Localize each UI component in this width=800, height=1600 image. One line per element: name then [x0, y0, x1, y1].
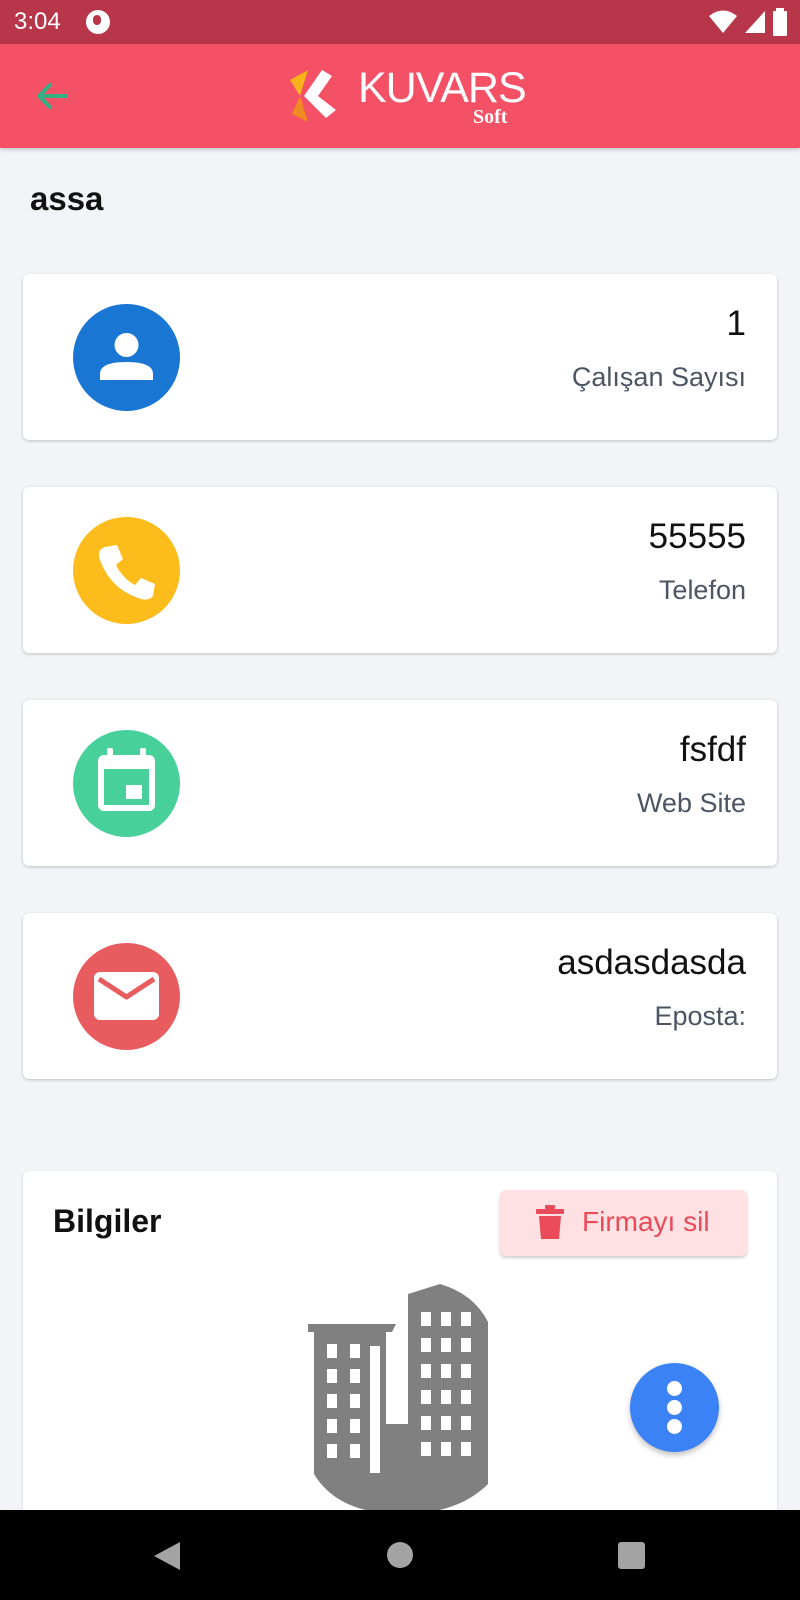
employee-count-label: Çalışan Sayısı: [571, 362, 746, 392]
company-name: assa: [30, 180, 104, 217]
email-value: asdasdasda: [557, 943, 746, 982]
arrow-left-icon: [37, 83, 68, 109]
status-bar: 3:04: [0, 0, 800, 44]
signal-icon: [745, 11, 765, 33]
email-label: Eposta:: [654, 1001, 746, 1031]
status-icons: [708, 8, 788, 36]
app-logo: KUVARS Soft: [290, 64, 527, 134]
battery-icon: [773, 8, 787, 36]
more-vertical-icon-dot: [667, 1419, 682, 1434]
phone-card: 55555 Telefon: [23, 487, 777, 653]
delete-company-label: Firmayı sil: [582, 1206, 710, 1237]
mail-icon: [73, 943, 180, 1050]
logo-mark-icon: [290, 70, 336, 122]
more-options-fab[interactable]: [630, 1363, 719, 1452]
delete-company-button[interactable]: Firmayı sil: [500, 1190, 747, 1256]
website-label: Web Site: [636, 788, 746, 818]
phone-value: 55555: [648, 517, 746, 556]
nav-home-icon[interactable]: [387, 1542, 413, 1568]
status-time: 3:04: [14, 8, 61, 35]
system-nav-bar: [0, 1510, 800, 1600]
back-button[interactable]: [30, 74, 74, 118]
info-title: Bilgiler: [53, 1203, 162, 1239]
phone-label: Telefon: [658, 575, 746, 605]
more-vertical-icon: [667, 1381, 682, 1396]
nav-recents-icon[interactable]: [618, 1542, 645, 1569]
trash-icon: [536, 1205, 564, 1239]
employee-count-value: 1: [726, 304, 746, 343]
building-icon: [308, 1284, 488, 1514]
website-card: fsfdf Web Site: [23, 700, 777, 866]
app-bar: KUVARS Soft: [0, 44, 800, 148]
logo-subtext: Soft: [473, 106, 508, 128]
email-card: asdasdasda Eposta:: [23, 913, 777, 1079]
nav-back-icon[interactable]: [152, 1540, 182, 1572]
wifi-icon: [709, 10, 737, 33]
calendar-icon: [73, 730, 180, 837]
app-notification-icon: [86, 10, 110, 34]
website-value: fsfdf: [679, 730, 746, 769]
employee-count-card: 1 Çalışan Sayısı: [23, 274, 777, 440]
phone-icon: [73, 517, 180, 624]
more-vertical-icon-dot: [667, 1400, 682, 1415]
person-icon: [73, 304, 180, 411]
